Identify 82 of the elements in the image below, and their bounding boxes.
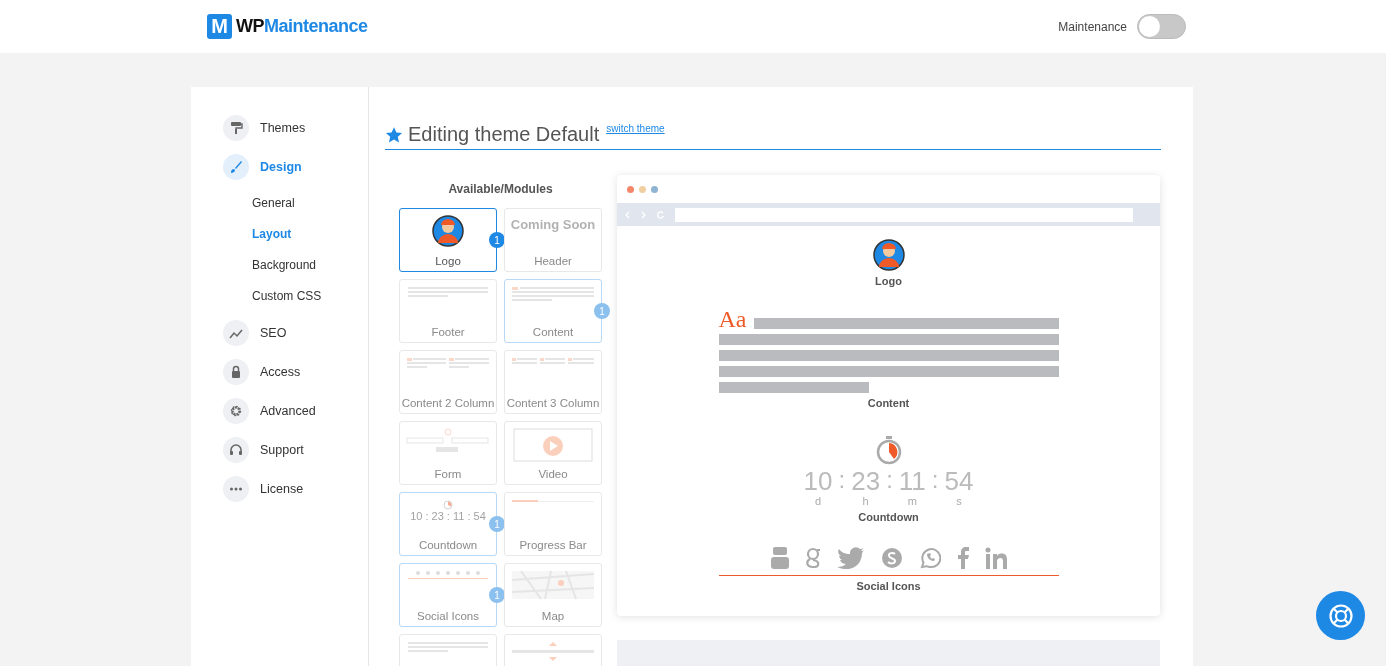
editor-title: Editing theme Default [408, 123, 600, 146]
module-tile[interactable]: Content 3 Column [504, 350, 602, 414]
module-label: Countdown [418, 538, 478, 552]
submenu-item[interactable]: Background [252, 250, 368, 281]
module-tile[interactable]: Footer [399, 279, 497, 343]
thumbnail-text: Coming Soon [510, 217, 596, 232]
count-badge: 1 [489, 587, 505, 603]
module-label: Video [538, 467, 568, 481]
module-label: Logo [435, 254, 461, 268]
navigation-icons [623, 209, 667, 220]
module-tile[interactable]: Coming Soon Header [504, 208, 602, 272]
stopwatch-icon [875, 435, 902, 465]
countdown-value: 10 [803, 467, 833, 495]
sidebar-item[interactable]: Advanced [223, 398, 368, 424]
module-tile[interactable]: Map [504, 563, 602, 627]
countdown-unit: s [956, 495, 962, 507]
section-label: Content [867, 397, 910, 409]
logo-text: WPMaintenance [236, 16, 368, 37]
section-label: Logo [875, 275, 902, 287]
count-badge: 1 [489, 516, 505, 532]
countdown-separator: : [838, 467, 846, 493]
roller-icon [229, 121, 243, 135]
modules-heading: Available/Modules [447, 182, 554, 198]
chat-bubble-icon [918, 547, 941, 569]
gear-icon [229, 404, 243, 418]
maintenance-label: Maintenance [1058, 19, 1127, 34]
countdown-value: 54 [944, 467, 974, 495]
avatar-icon [872, 239, 905, 271]
countdown-value: 23 [851, 467, 881, 495]
module-tile[interactable]: Progress Bar [504, 492, 602, 556]
logo-mark: M [207, 14, 232, 39]
g-icon [804, 547, 821, 569]
module-tile[interactable]: Form [399, 421, 497, 485]
drop-initial: Aa [718, 309, 747, 329]
thumbnail-countdown: 10 : 23 : 11 : 54 [410, 510, 486, 522]
section-label: Social Icons [856, 580, 921, 592]
submenu-item[interactable]: Custom CSS [252, 281, 368, 312]
lock-icon [229, 365, 243, 379]
module-label: Header [534, 254, 572, 268]
countdown-separator: : [931, 467, 939, 493]
module-label: Content [532, 325, 574, 339]
module-label: Social Icons [417, 609, 479, 623]
countdown-separator: : [886, 467, 893, 493]
sidebar-item[interactable]: Design [223, 154, 368, 180]
count-badge: 1 [594, 303, 610, 319]
module-label: Footer [431, 325, 465, 339]
headset-icon [229, 443, 243, 457]
switch-theme-link[interactable]: switch theme [606, 123, 665, 134]
window-dot [651, 185, 658, 193]
s-circle-icon [880, 547, 903, 569]
lifebuoy-icon [1327, 602, 1354, 629]
countdown-value: 11 [898, 467, 926, 495]
avatar-icon [432, 215, 464, 247]
in-icon [984, 547, 1007, 569]
sidebar-item[interactable]: Themes [223, 115, 368, 141]
module-tile[interactable]: Video [504, 421, 602, 485]
submenu-item[interactable]: General [252, 188, 368, 219]
submenu-item[interactable]: Layout [252, 219, 368, 250]
window-dot [639, 185, 646, 193]
maintenance-toggle[interactable] [1137, 14, 1186, 39]
sidebar-item[interactable]: Access [223, 359, 368, 385]
window-dot [627, 185, 634, 193]
countdown-unit: m [907, 495, 917, 507]
module-tile[interactable]: Content 2 Column [399, 350, 497, 414]
brush-icon [229, 160, 243, 174]
count-badge: 1 [489, 232, 505, 248]
countdown-unit: h [862, 495, 869, 507]
sidebar-item[interactable]: SEO [223, 320, 368, 346]
module-label: Progress Bar [519, 538, 587, 552]
star-icon [385, 125, 403, 144]
module-label: Content 2 Column [401, 396, 495, 410]
sidebar-item[interactable]: Support [223, 437, 368, 463]
module-label: Content 3 Column [506, 396, 600, 410]
f-icon [956, 547, 969, 569]
stopwatch-icon [443, 499, 453, 510]
help-button[interactable] [1316, 591, 1365, 640]
module-label: Map [541, 609, 565, 623]
section-label: Countdown [858, 511, 919, 523]
countdown-unit: d [815, 495, 822, 507]
module-label: Form [434, 467, 462, 481]
bird-icon [836, 547, 865, 569]
sidebar-item[interactable]: License [223, 476, 368, 502]
